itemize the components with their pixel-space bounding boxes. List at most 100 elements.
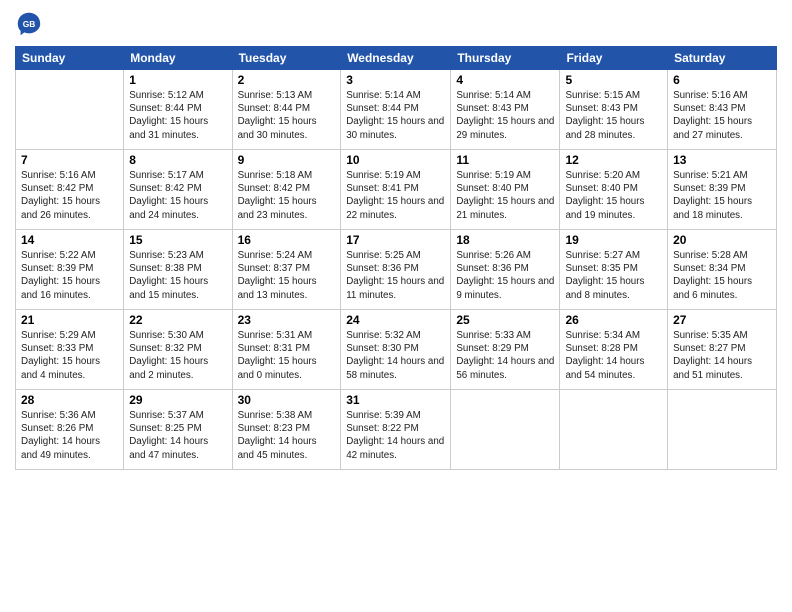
calendar-table: Sunday Monday Tuesday Wednesday Thursday… xyxy=(15,46,777,470)
calendar-cell: 5 Sunrise: 5:15 AM Sunset: 8:43 PM Daylig… xyxy=(560,70,668,150)
day-info: Sunrise: 5:14 AM Sunset: 8:44 PM Dayligh… xyxy=(346,89,445,142)
day-info: Sunrise: 5:21 AM Sunset: 8:39 PM Dayligh… xyxy=(673,169,771,222)
day-number: 22 xyxy=(129,313,226,327)
day-info: Sunrise: 5:33 AM Sunset: 8:29 PM Dayligh… xyxy=(456,329,554,382)
day-number: 2 xyxy=(238,73,336,87)
day-number: 21 xyxy=(21,313,118,327)
day-number: 19 xyxy=(565,233,662,247)
calendar-cell: 27 Sunrise: 5:35 AM Sunset: 8:27 PM Dayli… xyxy=(668,310,777,390)
day-info: Sunrise: 5:19 AM Sunset: 8:41 PM Dayligh… xyxy=(346,169,445,222)
day-info: Sunrise: 5:36 AM Sunset: 8:26 PM Dayligh… xyxy=(21,409,118,462)
day-number: 18 xyxy=(456,233,554,247)
header-monday: Monday xyxy=(124,47,232,70)
calendar-cell: 12 Sunrise: 5:20 AM Sunset: 8:40 PM Dayli… xyxy=(560,150,668,230)
day-info: Sunrise: 5:23 AM Sunset: 8:38 PM Dayligh… xyxy=(129,249,226,302)
day-info: Sunrise: 5:34 AM Sunset: 8:28 PM Dayligh… xyxy=(565,329,662,382)
day-info: Sunrise: 5:25 AM Sunset: 8:36 PM Dayligh… xyxy=(346,249,445,302)
day-info: Sunrise: 5:14 AM Sunset: 8:43 PM Dayligh… xyxy=(456,89,554,142)
day-info: Sunrise: 5:15 AM Sunset: 8:43 PM Dayligh… xyxy=(565,89,662,142)
calendar-cell: 6 Sunrise: 5:16 AM Sunset: 8:43 PM Daylig… xyxy=(668,70,777,150)
header-thursday: Thursday xyxy=(451,47,560,70)
logo: GB xyxy=(15,10,47,38)
day-info: Sunrise: 5:32 AM Sunset: 8:30 PM Dayligh… xyxy=(346,329,445,382)
day-info: Sunrise: 5:18 AM Sunset: 8:42 PM Dayligh… xyxy=(238,169,336,222)
calendar-cell xyxy=(560,390,668,470)
day-info: Sunrise: 5:37 AM Sunset: 8:25 PM Dayligh… xyxy=(129,409,226,462)
page-container: GB Sunday Monday Tuesday Wednesday Thurs… xyxy=(0,0,792,612)
day-info: Sunrise: 5:22 AM Sunset: 8:39 PM Dayligh… xyxy=(21,249,118,302)
day-info: Sunrise: 5:39 AM Sunset: 8:22 PM Dayligh… xyxy=(346,409,445,462)
calendar-cell: 7 Sunrise: 5:16 AM Sunset: 8:42 PM Daylig… xyxy=(16,150,124,230)
day-info: Sunrise: 5:12 AM Sunset: 8:44 PM Dayligh… xyxy=(129,89,226,142)
header-area: GB xyxy=(15,10,777,38)
calendar-cell: 1Sunrise: 5:12 AM Sunset: 8:44 PM Daylig… xyxy=(124,70,232,150)
day-number: 6 xyxy=(673,73,771,87)
header-tuesday: Tuesday xyxy=(232,47,341,70)
day-number: 23 xyxy=(238,313,336,327)
day-info: Sunrise: 5:16 AM Sunset: 8:42 PM Dayligh… xyxy=(21,169,118,222)
calendar-cell: 8 Sunrise: 5:17 AM Sunset: 8:42 PM Daylig… xyxy=(124,150,232,230)
weekday-header-row: Sunday Monday Tuesday Wednesday Thursday… xyxy=(16,47,777,70)
day-number: 14 xyxy=(21,233,118,247)
week-row-1: 1Sunrise: 5:12 AM Sunset: 8:44 PM Daylig… xyxy=(16,70,777,150)
day-number: 9 xyxy=(238,153,336,167)
calendar-cell xyxy=(451,390,560,470)
day-number: 20 xyxy=(673,233,771,247)
day-number: 12 xyxy=(565,153,662,167)
calendar-cell: 26 Sunrise: 5:34 AM Sunset: 8:28 PM Dayli… xyxy=(560,310,668,390)
day-number: 17 xyxy=(346,233,445,247)
calendar-cell: 3 Sunrise: 5:14 AM Sunset: 8:44 PM Daylig… xyxy=(341,70,451,150)
day-number: 10 xyxy=(346,153,445,167)
header-sunday: Sunday xyxy=(16,47,124,70)
day-number: 30 xyxy=(238,393,336,407)
day-info: Sunrise: 5:24 AM Sunset: 8:37 PM Dayligh… xyxy=(238,249,336,302)
svg-text:GB: GB xyxy=(23,19,36,29)
calendar-cell: 25Sunrise: 5:33 AM Sunset: 8:29 PM Dayli… xyxy=(451,310,560,390)
day-info: Sunrise: 5:35 AM Sunset: 8:27 PM Dayligh… xyxy=(673,329,771,382)
day-number: 5 xyxy=(565,73,662,87)
day-number: 28 xyxy=(21,393,118,407)
day-number: 27 xyxy=(673,313,771,327)
calendar-cell: 2Sunrise: 5:13 AM Sunset: 8:44 PM Daylig… xyxy=(232,70,341,150)
day-info: Sunrise: 5:29 AM Sunset: 8:33 PM Dayligh… xyxy=(21,329,118,382)
calendar-cell: 19 Sunrise: 5:27 AM Sunset: 8:35 PM Dayli… xyxy=(560,230,668,310)
day-info: Sunrise: 5:38 AM Sunset: 8:23 PM Dayligh… xyxy=(238,409,336,462)
day-info: Sunrise: 5:27 AM Sunset: 8:35 PM Dayligh… xyxy=(565,249,662,302)
calendar-cell: 28 Sunrise: 5:36 AM Sunset: 8:26 PM Dayli… xyxy=(16,390,124,470)
calendar-cell: 22 Sunrise: 5:30 AM Sunset: 8:32 PM Dayli… xyxy=(124,310,232,390)
day-number: 16 xyxy=(238,233,336,247)
week-row-5: 28 Sunrise: 5:36 AM Sunset: 8:26 PM Dayli… xyxy=(16,390,777,470)
calendar-cell: 11Sunrise: 5:19 AM Sunset: 8:40 PM Dayli… xyxy=(451,150,560,230)
day-number: 29 xyxy=(129,393,226,407)
day-number: 4 xyxy=(456,73,554,87)
calendar-cell: 18 Sunrise: 5:26 AM Sunset: 8:36 PM Dayli… xyxy=(451,230,560,310)
week-row-2: 7 Sunrise: 5:16 AM Sunset: 8:42 PM Daylig… xyxy=(16,150,777,230)
calendar-cell: 20 Sunrise: 5:28 AM Sunset: 8:34 PM Dayli… xyxy=(668,230,777,310)
day-number: 3 xyxy=(346,73,445,87)
day-info: Sunrise: 5:20 AM Sunset: 8:40 PM Dayligh… xyxy=(565,169,662,222)
week-row-3: 14 Sunrise: 5:22 AM Sunset: 8:39 PM Dayli… xyxy=(16,230,777,310)
day-number: 13 xyxy=(673,153,771,167)
calendar-cell: 15 Sunrise: 5:23 AM Sunset: 8:38 PM Dayli… xyxy=(124,230,232,310)
day-info: Sunrise: 5:30 AM Sunset: 8:32 PM Dayligh… xyxy=(129,329,226,382)
calendar-cell: 24 Sunrise: 5:32 AM Sunset: 8:30 PM Dayli… xyxy=(341,310,451,390)
calendar-cell: 13 Sunrise: 5:21 AM Sunset: 8:39 PM Dayli… xyxy=(668,150,777,230)
calendar-cell: 9 Sunrise: 5:18 AM Sunset: 8:42 PM Daylig… xyxy=(232,150,341,230)
calendar-cell: 10 Sunrise: 5:19 AM Sunset: 8:41 PM Dayli… xyxy=(341,150,451,230)
day-number: 7 xyxy=(21,153,118,167)
day-number: 24 xyxy=(346,313,445,327)
day-number: 31 xyxy=(346,393,445,407)
day-info: Sunrise: 5:16 AM Sunset: 8:43 PM Dayligh… xyxy=(673,89,771,142)
calendar-cell: 4 Sunrise: 5:14 AM Sunset: 8:43 PM Daylig… xyxy=(451,70,560,150)
day-info: Sunrise: 5:17 AM Sunset: 8:42 PM Dayligh… xyxy=(129,169,226,222)
day-info: Sunrise: 5:28 AM Sunset: 8:34 PM Dayligh… xyxy=(673,249,771,302)
calendar-cell: 16 Sunrise: 5:24 AM Sunset: 8:37 PM Dayli… xyxy=(232,230,341,310)
day-number: 15 xyxy=(129,233,226,247)
calendar-cell: 29 Sunrise: 5:37 AM Sunset: 8:25 PM Dayli… xyxy=(124,390,232,470)
day-number: 26 xyxy=(565,313,662,327)
day-number: 8 xyxy=(129,153,226,167)
header-saturday: Saturday xyxy=(668,47,777,70)
calendar-cell: 30 Sunrise: 5:38 AM Sunset: 8:23 PM Dayli… xyxy=(232,390,341,470)
day-info: Sunrise: 5:26 AM Sunset: 8:36 PM Dayligh… xyxy=(456,249,554,302)
day-number: 11 xyxy=(456,153,554,167)
